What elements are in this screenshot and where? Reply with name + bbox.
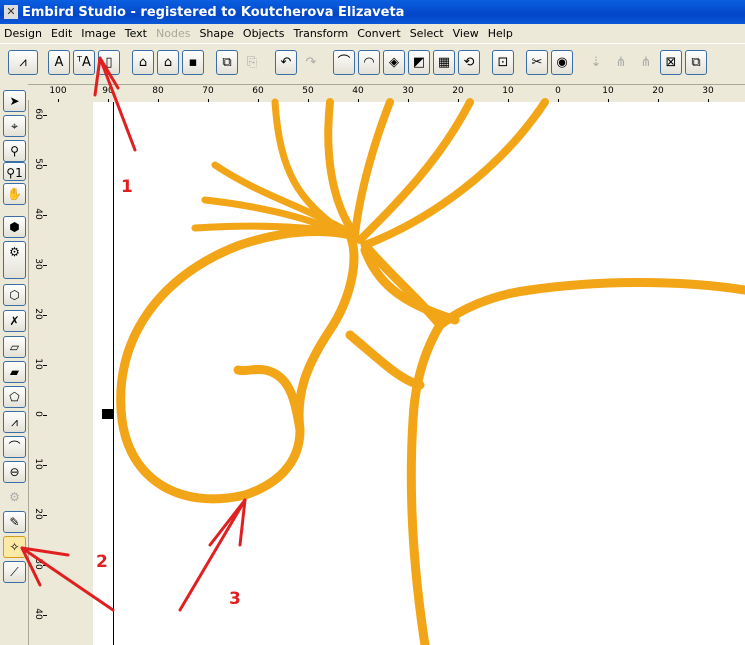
annotation-arrows (20, 56, 247, 612)
annotation-2: 2 (96, 552, 108, 572)
annotation-3: 3 (229, 589, 241, 609)
arrow-1 (93, 56, 137, 152)
annotation-1: 1 (121, 177, 133, 197)
